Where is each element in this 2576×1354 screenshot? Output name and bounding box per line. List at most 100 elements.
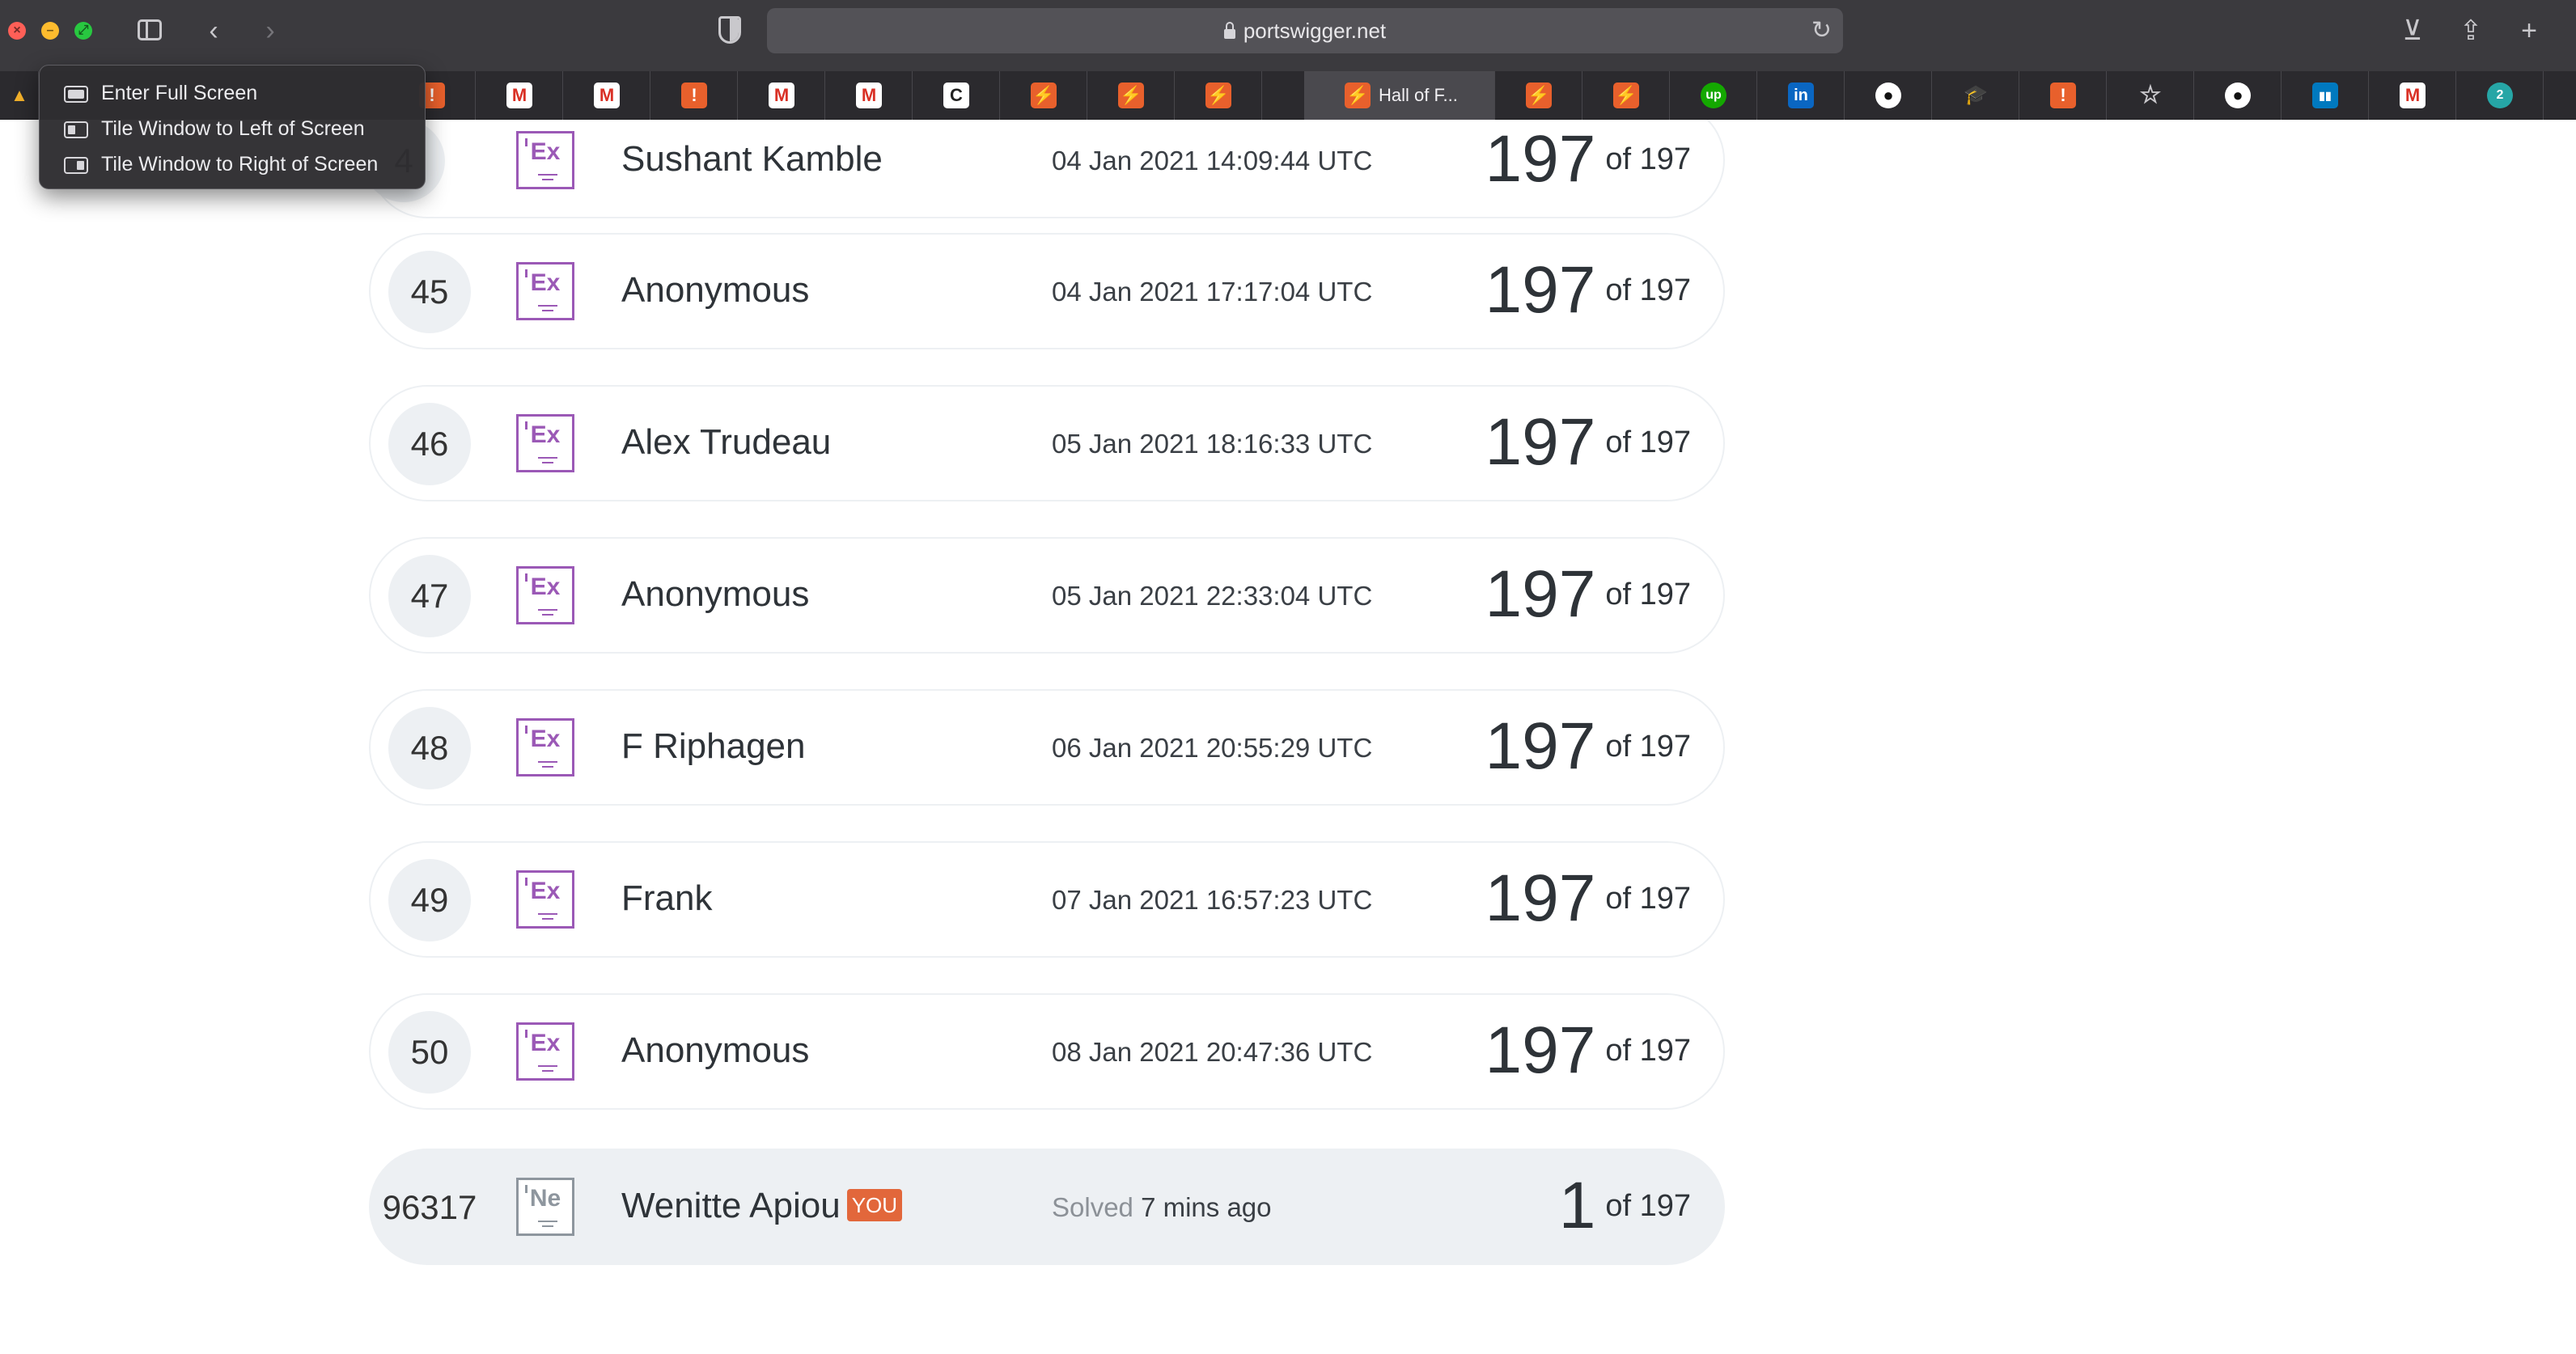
portswigger-icon: ⚡	[1118, 83, 1144, 108]
address-bar[interactable]: portswigger.net ↻	[767, 8, 1843, 53]
tab[interactable]: ⚡	[1000, 71, 1087, 120]
expert-badge-icon: Ex	[516, 870, 574, 929]
warning-icon: !	[2050, 83, 2076, 108]
gmail-icon: M	[506, 83, 532, 108]
tab[interactable]: ●	[1845, 71, 1932, 120]
minimize-window-button[interactable]: –	[41, 22, 59, 40]
forward-icon[interactable]: ›	[252, 15, 288, 47]
menu-item-tile-right[interactable]: Tile Window to Right of Screen	[40, 146, 425, 182]
score: 197 of 197	[1485, 253, 1691, 327]
completion-date: 04 Jan 2021 14:09:44 UTC	[1052, 146, 1373, 176]
sidebar-toggle-icon[interactable]	[131, 15, 167, 47]
completion-date: 04 Jan 2021 17:17:04 UTC	[1052, 277, 1373, 307]
star-icon: ☆	[2139, 82, 2162, 108]
completion-date: 07 Jan 2021 16:57:23 UTC	[1052, 885, 1373, 915]
tab[interactable]: M	[738, 71, 825, 120]
firebase-icon: ▲	[11, 85, 28, 105]
tab[interactable]: 2	[2456, 71, 2544, 120]
tab[interactable]: ▮▮	[2282, 71, 2369, 120]
user-name: Wenitte Apiou YOU	[621, 1186, 903, 1226]
browser-toolbar: × – ⤢ ‹ › portswigger.net ↻ ⊻ ⇪ +	[0, 0, 2576, 71]
user-name: Frank	[621, 878, 713, 918]
trello-icon: ▮▮	[2312, 83, 2338, 108]
close-window-button[interactable]: ×	[8, 22, 26, 40]
tab[interactable]: M	[563, 71, 650, 120]
zapier-icon: 2	[2487, 83, 2513, 108]
expert-badge-icon: Ex	[516, 1022, 574, 1081]
tile-left-icon	[64, 121, 88, 138]
rank-number: 96317	[382, 1188, 477, 1226]
score: 197 of 197	[1485, 557, 1691, 631]
menu-item-label: Tile Window to Right of Screen	[101, 153, 379, 176]
portswigger-icon: ⚡	[1205, 83, 1231, 108]
tab[interactable]: ●	[2194, 71, 2282, 120]
menu-item-enter-full-screen[interactable]: Enter Full Screen	[40, 75, 425, 111]
table-row: 4ExSushant Kamble04 Jan 2021 14:09:44 UT…	[362, 120, 1725, 218]
tab[interactable]: ⚡	[1087, 71, 1175, 120]
tab[interactable]: C	[913, 71, 1000, 120]
portswigger-icon: ⚡	[1031, 83, 1057, 108]
tab[interactable]: ⚡	[1582, 71, 1670, 120]
c-logo-icon: C	[943, 83, 969, 108]
table-row: 49 Ex Frank 07 Jan 2021 16:57:23 UTC 197 of 1…	[369, 841, 1725, 958]
rank-number: 47	[388, 555, 471, 637]
downloads-icon[interactable]: ⊻	[2395, 13, 2430, 49]
tab[interactable]: M	[2369, 71, 2456, 120]
expert-badge-icon: Ex	[516, 262, 574, 320]
share-icon[interactable]: ⇪	[2453, 13, 2489, 49]
tab[interactable]: up	[1670, 71, 1757, 120]
table-row: 45 Ex Anonymous 04 Jan 2021 17:17:04 UTC 197…	[369, 233, 1725, 349]
privacy-shield-icon[interactable]	[718, 16, 741, 44]
pinned-tab[interactable]: ▲	[0, 71, 39, 120]
user-name: Alex Trudeau	[621, 422, 832, 462]
reload-icon[interactable]: ↻	[1811, 8, 1832, 53]
score: 197 of 197	[1485, 122, 1691, 196]
menu-item-label: Enter Full Screen	[101, 82, 258, 104]
tile-right-icon	[64, 157, 88, 174]
window-tiling-menu: Enter Full Screen Tile Window to Left of…	[39, 65, 426, 189]
tab[interactable]: !	[2019, 71, 2107, 120]
completion-date: 05 Jan 2021 22:33:04 UTC	[1052, 581, 1373, 611]
you-badge: YOU	[846, 1189, 903, 1221]
leaderboard: 4ExSushant Kamble04 Jan 2021 14:09:44 UT…	[0, 120, 2576, 1354]
new-tab-icon[interactable]: +	[2511, 13, 2547, 49]
portswigger-icon: ⚡	[1345, 83, 1371, 108]
tab[interactable]: ⚡	[1495, 71, 1582, 120]
tab[interactable]: M	[476, 71, 563, 120]
rank-number: 45	[388, 251, 471, 333]
tab[interactable]: !	[650, 71, 738, 120]
expert-badge-icon: Ex	[516, 414, 574, 472]
graduation-cap-icon: 🎓	[1964, 84, 1988, 106]
completion-date: 08 Jan 2021 20:47:36 UTC	[1052, 1037, 1373, 1067]
lock-icon	[1223, 22, 1235, 39]
tab[interactable]: ☆	[2107, 71, 2194, 120]
tab[interactable]: 🎓	[1932, 71, 2019, 120]
user-name: Anonymous	[621, 1030, 810, 1070]
rank-number: 49	[388, 859, 471, 941]
tab[interactable]: in	[1757, 71, 1845, 120]
menu-item-label: Tile Window to Left of Screen	[101, 117, 365, 140]
table-row: 48 Ex F Riphagen 06 Jan 2021 20:55:29 UTC 19…	[369, 689, 1725, 806]
zoom-window-button[interactable]: ⤢	[74, 22, 92, 40]
user-name: Anonymous	[621, 270, 810, 310]
upwork-icon: up	[1701, 83, 1727, 108]
tab[interactable]: M	[825, 71, 913, 120]
user-name: Sushant Kamble	[621, 139, 883, 179]
gmail-icon: M	[2400, 83, 2426, 108]
tab-active[interactable]: ⚡ Hall of F...	[1304, 71, 1495, 120]
score: 197 of 197	[1485, 861, 1691, 935]
github-icon: ●	[2225, 83, 2251, 108]
tab-title: Hall of F...	[1379, 85, 1458, 105]
completion-date: 06 Jan 2021 20:55:29 UTC	[1052, 733, 1373, 763]
expert-badge-icon: Ex	[516, 718, 574, 776]
portswigger-icon: ⚡	[1613, 83, 1639, 108]
user-name: Anonymous	[621, 574, 810, 614]
menu-item-tile-left[interactable]: Tile Window to Left of Screen	[40, 111, 425, 146]
back-icon[interactable]: ‹	[196, 15, 231, 47]
tab[interactable]: ⚡	[1175, 71, 1262, 120]
solved-time: Solved 7 mins ago	[1052, 1192, 1272, 1222]
warning-icon: !	[681, 83, 707, 108]
expert-badge-icon: Ex	[516, 131, 574, 189]
rank-number: 50	[388, 1011, 471, 1094]
table-row: 50 Ex Anonymous 08 Jan 2021 20:47:36 UTC 197…	[369, 993, 1725, 1110]
